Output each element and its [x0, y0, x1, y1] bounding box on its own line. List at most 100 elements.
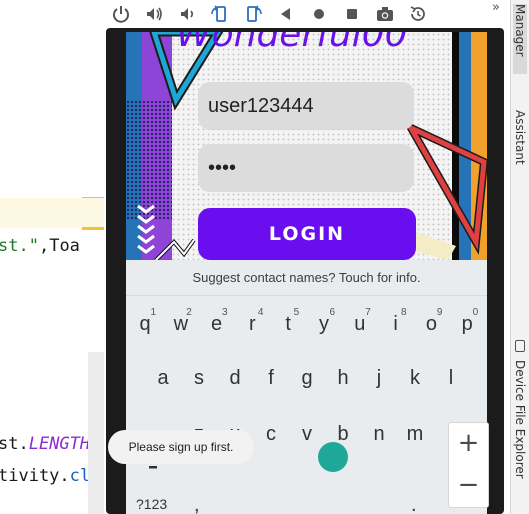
key-label: c — [266, 423, 276, 445]
key-label: o — [425, 313, 437, 335]
key-label: q — [139, 313, 151, 335]
key-label: y — [319, 313, 329, 335]
password-field[interactable]: •••• — [198, 144, 414, 192]
key-hint: 9 — [436, 307, 443, 318]
key-label: e — [211, 313, 223, 335]
zoom-out-button[interactable]: − — [449, 465, 488, 507]
rotate-right-icon[interactable] — [236, 2, 269, 26]
key-d[interactable]: d — [218, 356, 252, 396]
key-hint: 5 — [293, 307, 300, 318]
key-e[interactable]: e3 — [200, 302, 234, 342]
key-j[interactable]: j — [362, 356, 396, 396]
zoom-controls: + − — [448, 422, 489, 508]
tab-manager[interactable]: Manager — [513, 4, 527, 74]
key-hint: 4 — [257, 307, 264, 318]
key-a[interactable]: a — [146, 356, 180, 396]
key-label: b — [337, 423, 349, 445]
key-p[interactable]: p0 — [450, 302, 484, 342]
code-line: tivity.cl — [0, 466, 90, 486]
key-g[interactable]: g — [290, 356, 324, 396]
key-l[interactable]: l — [434, 356, 468, 396]
key-f[interactable]: f — [254, 356, 288, 396]
symbols-key[interactable]: ?123 — [136, 496, 167, 512]
key-label: t — [285, 313, 291, 335]
key-t[interactable]: t5 — [271, 302, 305, 342]
home-icon[interactable] — [302, 2, 335, 26]
key-hint: 8 — [401, 307, 407, 318]
chevron-decor-icon — [137, 204, 155, 254]
soft-keyboard: Suggest contact names? Touch for info. q… — [126, 260, 487, 514]
login-screen: Wonderful00 user123444 •••• LOGIN — [126, 32, 487, 260]
key-label: g — [301, 367, 313, 389]
file-icon — [515, 340, 525, 352]
code-token: Toa — [49, 236, 80, 256]
tab-assistant[interactable]: Assistant — [513, 110, 527, 200]
key-m[interactable]: m — [398, 412, 432, 452]
key-q[interactable]: q1 — [128, 302, 162, 342]
enter-key[interactable] — [318, 442, 348, 472]
code-token: st. — [0, 434, 29, 454]
comma-key[interactable]: , — [194, 494, 200, 514]
key-k[interactable]: k — [398, 356, 432, 396]
code-field: LENGTH — [28, 434, 91, 454]
key-y[interactable]: y6 — [307, 302, 341, 342]
toolbar-overflow-icon[interactable]: » — [492, 0, 508, 20]
suggestion-strip[interactable]: Suggest contact names? Touch for info. — [126, 260, 487, 296]
emulator-toolbar — [104, 0, 502, 28]
key-label: r — [249, 313, 256, 335]
key-w[interactable]: w2 — [164, 302, 198, 342]
key-label: p — [461, 313, 473, 335]
volume-up-icon[interactable] — [137, 2, 170, 26]
key-i[interactable]: i8 — [379, 302, 413, 342]
highlight-border — [82, 227, 104, 230]
code-separator: , — [38, 236, 50, 256]
overview-icon[interactable] — [335, 2, 368, 26]
rotate-left-icon[interactable] — [203, 2, 236, 26]
key-label: a — [157, 367, 169, 389]
key-v[interactable]: v — [290, 412, 324, 452]
key-hint: 0 — [472, 307, 479, 318]
key-label: h — [337, 367, 349, 389]
key-o[interactable]: o9 — [414, 302, 448, 342]
toast-message: Please sign up first. — [108, 430, 254, 464]
code-line: st.",Toa — [0, 236, 80, 256]
key-hint: 7 — [365, 307, 371, 318]
key-label: u — [354, 313, 366, 335]
username-field[interactable]: user123444 — [198, 82, 414, 130]
key-c[interactable]: c — [254, 412, 288, 452]
key-hint: 6 — [329, 307, 335, 318]
power-icon[interactable] — [104, 2, 137, 26]
key-s[interactable]: s — [182, 356, 216, 396]
key-label: j — [376, 367, 382, 389]
key-label: k — [410, 367, 420, 389]
key-label: n — [373, 423, 385, 445]
key-u[interactable]: u7 — [343, 302, 377, 342]
key-label: s — [194, 367, 204, 389]
key-hint: 2 — [186, 307, 192, 318]
key-label: l — [448, 367, 454, 389]
key-h[interactable]: h — [326, 356, 360, 396]
volume-down-icon[interactable] — [170, 2, 203, 26]
key-label: f — [268, 367, 274, 389]
period-key[interactable]: . — [411, 494, 417, 514]
app-title: Wonderful00 — [176, 32, 408, 55]
key-hint: 1 — [150, 307, 156, 318]
current-line-highlight — [0, 198, 104, 228]
back-icon[interactable] — [269, 2, 302, 26]
zoom-in-button[interactable]: + — [449, 423, 488, 465]
key-r[interactable]: r4 — [235, 302, 269, 342]
key-label: i — [393, 313, 398, 335]
code-line: st.LENGTH_ — [0, 434, 100, 454]
login-button[interactable]: LOGIN — [198, 208, 416, 260]
key-n[interactable]: n — [362, 412, 396, 452]
key-label: v — [302, 423, 312, 445]
tab-device-file-explorer[interactable]: Device File Explorer — [513, 360, 527, 514]
screen-root: st.",Toa st.LENGTH_ tivity.cl — [0, 0, 529, 514]
code-string: st." — [0, 236, 39, 256]
right-tool-strip: Manager Assistant Device File Explorer — [510, 0, 529, 514]
camera-icon[interactable] — [368, 2, 401, 26]
code-editor[interactable]: st.",Toa st.LENGTH_ tivity.cl — [0, 0, 104, 514]
key-hint: 3 — [222, 307, 228, 318]
editor-gutter — [88, 352, 104, 514]
replay-icon[interactable] — [401, 2, 434, 26]
